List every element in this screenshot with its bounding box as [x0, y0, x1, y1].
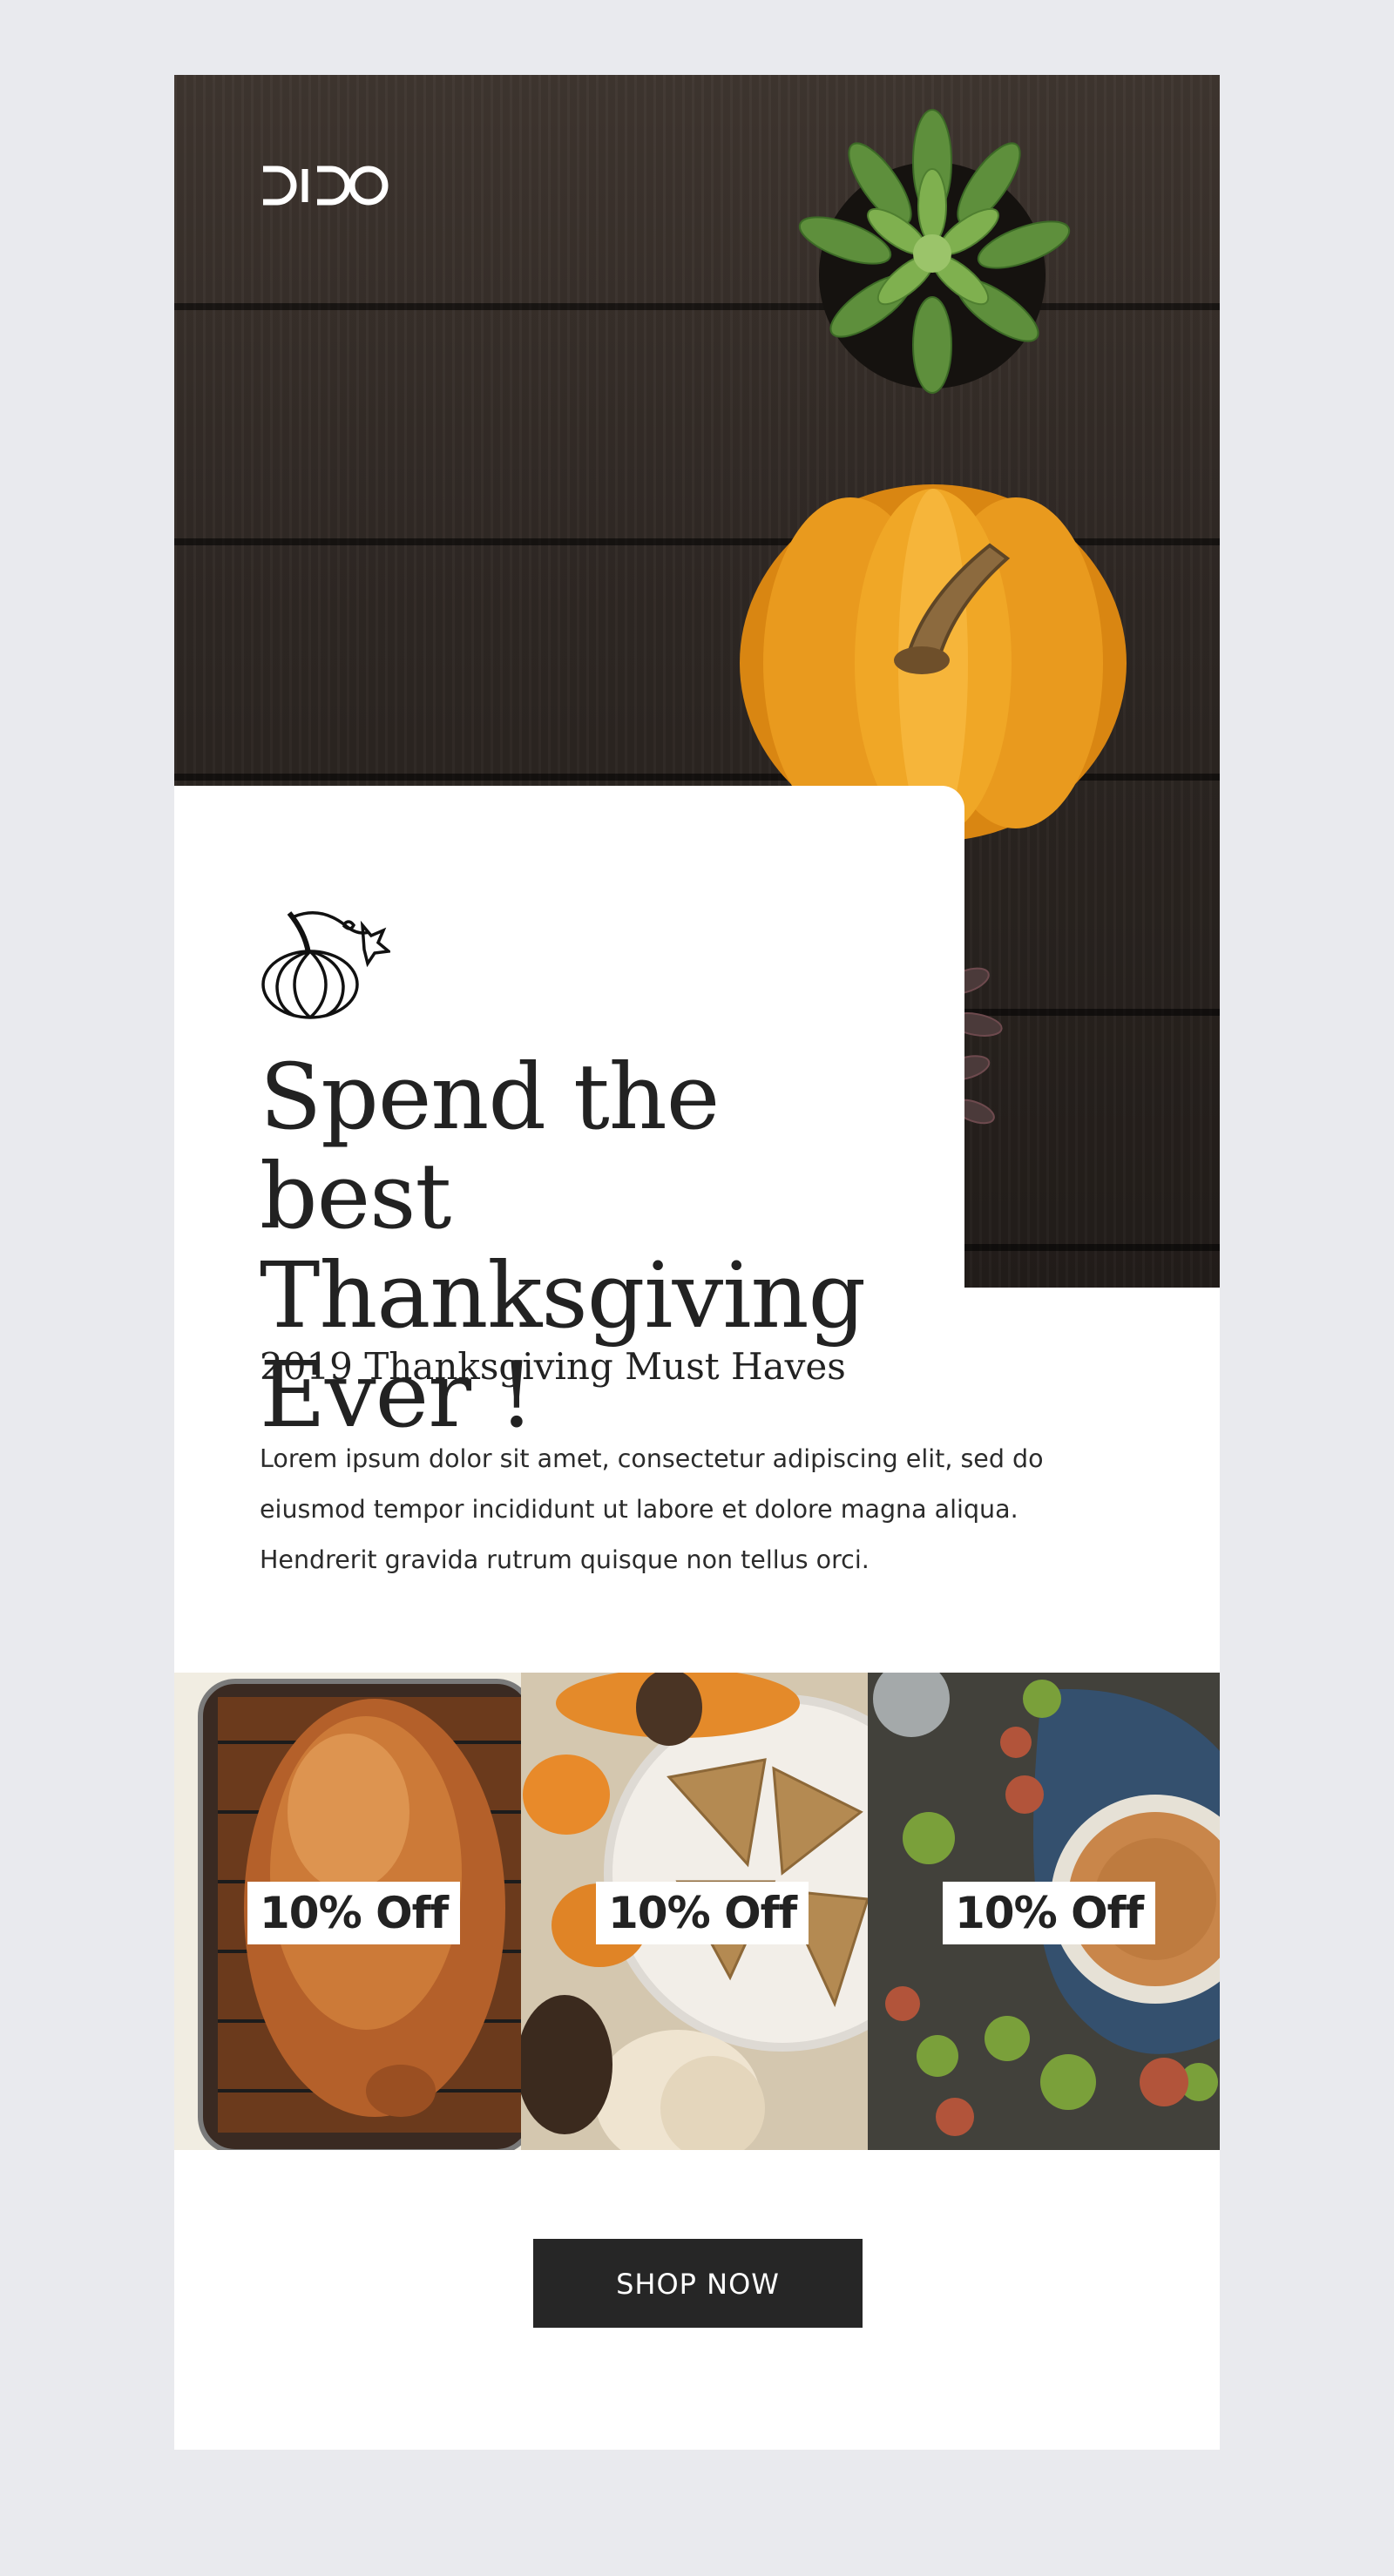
section-subheading: 2019 Thanksgiving Must Haves — [260, 1345, 846, 1388]
discount-badge: 10% Off — [596, 1882, 809, 1944]
succulent-plant-image — [798, 109, 1071, 394]
headline-line-2: Thanksgiving — [260, 1242, 866, 1349]
product-tiles: 10% Off 10% Off 10% Off — [174, 1673, 1220, 2150]
hero-banner: Spend the best Thanksgiving Ever ! — [174, 75, 1220, 1444]
headline-line-1: Spend the best — [260, 1044, 720, 1249]
pumpkin-sketch-icon — [261, 911, 390, 1019]
product-tile-turkey[interactable]: 10% Off — [174, 1673, 521, 2150]
shop-now-button[interactable]: SHOP NOW — [533, 2239, 863, 2328]
product-tile-pie[interactable]: 10% Off — [868, 1673, 1220, 2150]
body-paragraph: Lorem ipsum dolor sit amet, consectetur … — [260, 1444, 1044, 1574]
discount-badge: 10% Off — [247, 1882, 461, 1944]
discount-badge: 10% Off — [943, 1882, 1156, 1944]
email-container: Spend the best Thanksgiving Ever ! 2019 … — [174, 75, 1220, 2450]
headline-card: Spend the best Thanksgiving Ever ! — [174, 786, 964, 1444]
product-tile-scones[interactable]: 10% Off — [521, 1673, 868, 2150]
brand-logo[interactable] — [260, 164, 390, 207]
